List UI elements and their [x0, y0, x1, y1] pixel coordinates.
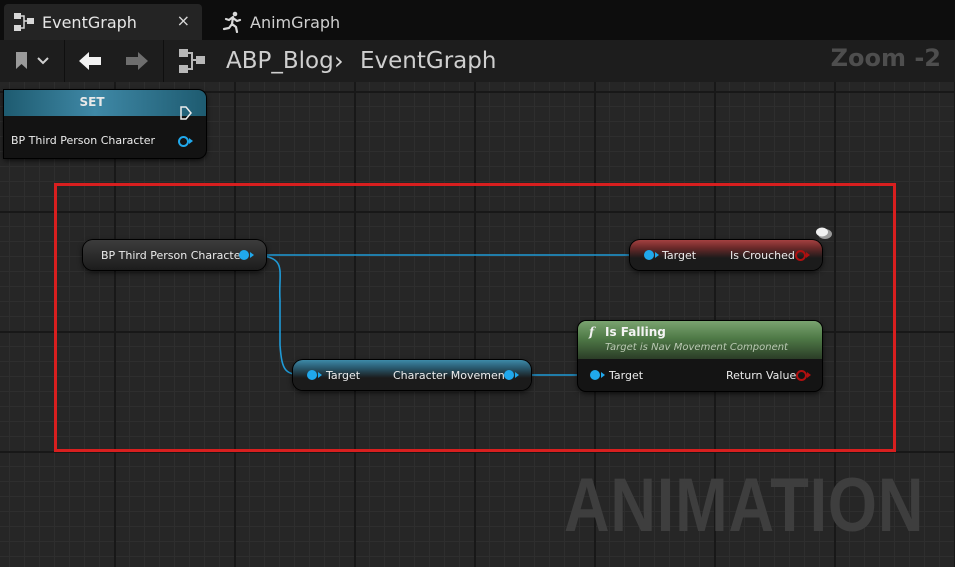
variable-node-label: BP Third Person Character	[101, 249, 245, 262]
comment-bubble-icon[interactable]	[812, 224, 836, 244]
is-falling-node[interactable]: f Is Falling Target is Nav Movement Comp…	[578, 321, 822, 391]
exec-out-pin[interactable]	[178, 105, 194, 121]
pin-arrow-icon	[655, 252, 659, 258]
object-out-pin[interactable]	[239, 250, 249, 260]
function-icon: f	[589, 325, 595, 339]
pin-arrow-icon	[807, 372, 811, 378]
bool-out-pin[interactable]	[795, 250, 806, 261]
pin-arrow-icon	[806, 252, 810, 258]
object-out-pin[interactable]	[178, 136, 189, 147]
character-movement-node[interactable]: Target Character Movement	[293, 360, 531, 390]
bool-out-pin[interactable]	[796, 370, 807, 381]
output-pin-label: Character Movement	[393, 369, 510, 382]
output-pin-label: Is Crouched	[730, 249, 795, 262]
pin-arrow-icon	[318, 372, 322, 378]
is-crouched-node[interactable]: Target Is Crouched	[630, 240, 822, 270]
function-node-title: Is Falling	[605, 325, 666, 339]
target-in-pin[interactable]	[590, 370, 600, 380]
function-node-subtitle: Target is Nav Movement Component	[605, 342, 788, 353]
pin-arrow-icon	[250, 252, 254, 258]
target-in-pin[interactable]	[644, 250, 654, 260]
target-in-pin[interactable]	[307, 370, 317, 380]
set-node[interactable]: SET BP Third Person Character	[4, 90, 206, 158]
selection-box	[54, 183, 896, 452]
object-out-pin[interactable]	[504, 370, 514, 380]
output-pin-label: Return Value	[726, 369, 797, 382]
target-pin-label: Target	[609, 369, 644, 382]
variable-get-node[interactable]: BP Third Person Character	[83, 240, 266, 270]
pin-arrow-icon	[515, 372, 519, 378]
pin-arrow-icon	[189, 138, 193, 144]
pin-arrow-icon	[601, 372, 605, 378]
set-node-pin-label: BP Third Person Character	[11, 134, 155, 147]
target-pin-label: Target	[662, 249, 697, 262]
set-node-title: SET	[79, 95, 105, 109]
target-pin-label: Target	[326, 369, 361, 382]
